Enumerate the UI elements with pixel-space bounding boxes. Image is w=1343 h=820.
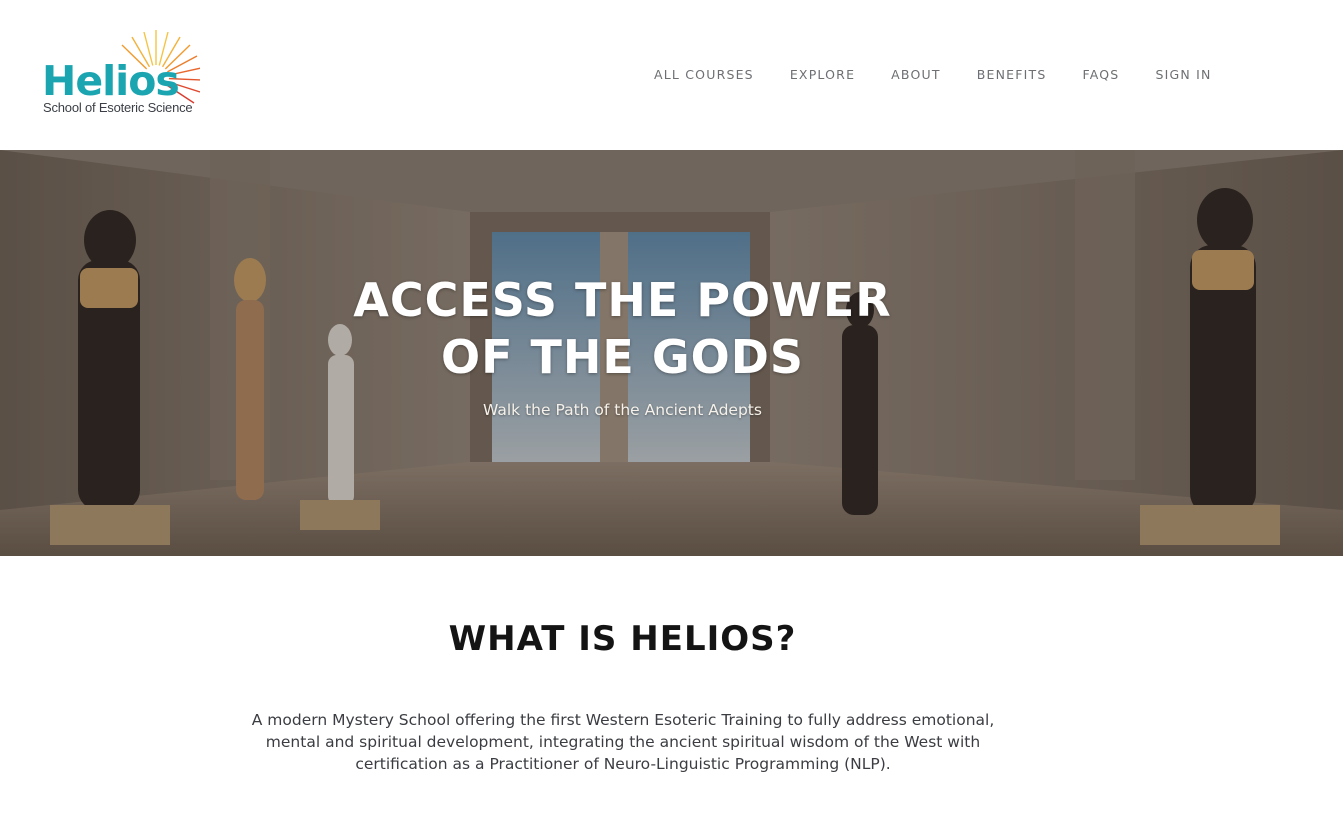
hero-title-line1: ACCESS THE POWER: [353, 273, 892, 327]
helios-logo[interactable]: Helios School of Esoteric Science: [40, 28, 200, 118]
nav-sign-in[interactable]: SIGN IN: [1155, 66, 1211, 84]
hero-title-line2: OF THE GODS: [440, 330, 805, 384]
intro-body: A modern Mystery School offering the fir…: [251, 711, 995, 773]
main-nav: ALL COURSES EXPLORE ABOUT BENEFITS FAQS …: [654, 66, 1212, 84]
hero-title: ACCESS THE POWER OF THE GODS: [0, 272, 1245, 386]
nav-all-courses[interactable]: ALL COURSES: [654, 66, 754, 84]
logo-wordmark: Helios: [42, 57, 180, 105]
nav-about[interactable]: ABOUT: [891, 66, 941, 84]
hero-subtitle: Walk the Path of the Ancient Adepts: [483, 401, 762, 419]
nav-faqs[interactable]: FAQS: [1082, 66, 1119, 84]
intro-heading: WHAT IS HELIOS?: [448, 619, 797, 659]
site-header: Helios School of Esoteric Science ALL CO…: [0, 0, 1343, 150]
nav-benefits[interactable]: BENEFITS: [977, 66, 1047, 84]
nav-explore[interactable]: EXPLORE: [790, 66, 855, 84]
logo-tagline: School of Esoteric Science: [43, 100, 193, 115]
hero-banner: ACCESS THE POWER OF THE GODS Walk the Pa…: [0, 150, 1343, 556]
